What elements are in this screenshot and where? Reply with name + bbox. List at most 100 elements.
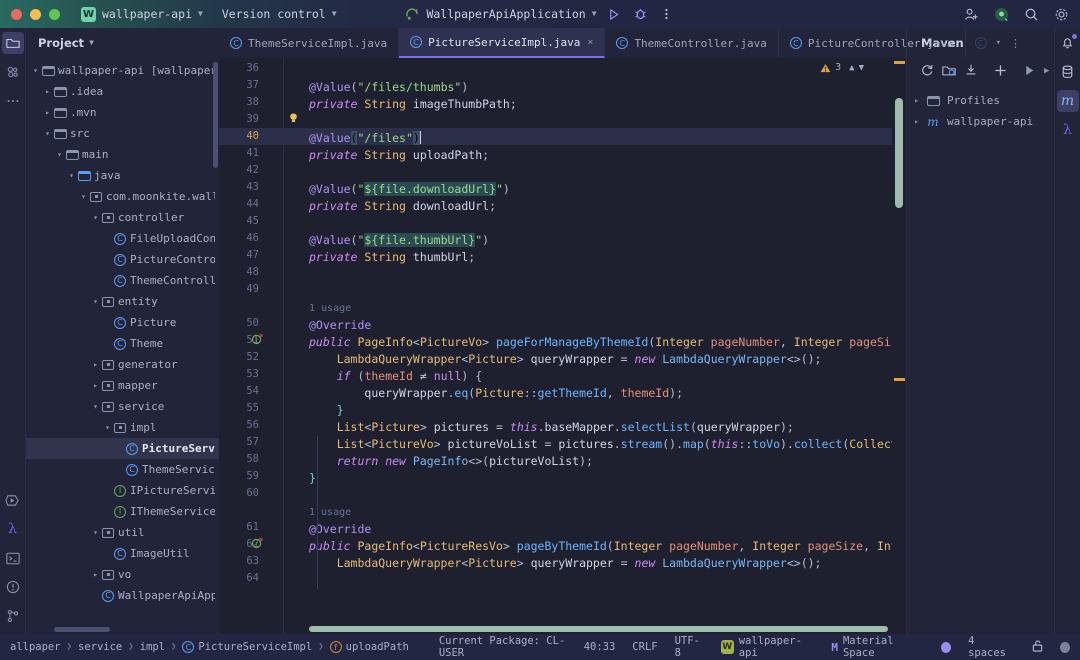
ai-assistant-icon[interactable] xyxy=(993,6,1010,23)
chevron-down-icon[interactable]: ▾ xyxy=(102,423,113,432)
chevron-right-icon[interactable]: ▸ xyxy=(42,87,53,96)
project-tree-item[interactable]: C Theme xyxy=(26,333,219,354)
more-tools-icon[interactable] xyxy=(2,90,24,112)
maven-tree-item[interactable]: ▸ Profiles xyxy=(907,90,1054,111)
implementing-method-icon[interactable]: I xyxy=(251,537,263,552)
chevron-right-icon[interactable]: ▸ xyxy=(911,117,922,126)
editor-tab[interactable]: C PictureController.java xyxy=(779,28,966,58)
implementing-method-icon[interactable]: I xyxy=(251,333,263,348)
chevron-down-icon[interactable]: ▾ xyxy=(90,297,101,306)
run-configuration-selector[interactable]: WallpaperApiApplication ▼ xyxy=(405,7,597,21)
project-tree-item[interactable]: ▸ mapper xyxy=(26,375,219,396)
line-separator[interactable]: CRLF xyxy=(632,641,657,653)
project-tree-item[interactable]: I IThemeService xyxy=(26,501,219,522)
chevron-down-icon[interactable]: ▾ xyxy=(66,171,77,180)
close-window-button[interactable] xyxy=(11,8,22,20)
editor-vertical-scrollbar[interactable] xyxy=(895,98,903,208)
unlocked-icon[interactable] xyxy=(1032,640,1043,655)
lambda-tool-icon[interactable]: λ xyxy=(1057,119,1079,141)
editor-tab[interactable]: C ThemeServiceImpl.java xyxy=(219,28,400,58)
code-viewport[interactable]: 36 37 38 39 40 41 42 43 44 45 46 47 48 49 50 51 I 52 53 54 5… xyxy=(219,58,906,634)
chevron-up-icon[interactable]: ▲ xyxy=(849,63,854,73)
chevron-right-icon[interactable]: ▸ xyxy=(90,570,101,579)
project-tree-item[interactable]: ▸ .mvn xyxy=(26,102,219,123)
memory-indicator-icon[interactable] xyxy=(1059,641,1070,653)
project-tree-item[interactable]: ▾ impl xyxy=(26,417,219,438)
editor-tab[interactable]: C ThemeController.java xyxy=(605,28,779,58)
version-control-menu[interactable]: Version control ▼ xyxy=(222,7,337,21)
editor-tab[interactable]: C PictureServiceImpl.java × xyxy=(399,28,606,58)
terminal-tool-icon[interactable] xyxy=(2,547,24,569)
project-tool-icon[interactable] xyxy=(1,32,24,54)
project-tree-item[interactable]: C WallpaperApiAppl xyxy=(26,585,219,606)
chevron-down-icon[interactable]: ▾ xyxy=(996,38,1001,48)
search-icon[interactable] xyxy=(1023,6,1040,23)
notifications-icon[interactable] xyxy=(1057,32,1079,54)
project-panel-header[interactable]: Project ▼ xyxy=(26,28,219,58)
project-tree-item[interactable]: ▸ .idea xyxy=(26,81,219,102)
problems-tool-icon[interactable] xyxy=(2,576,24,598)
project-tree-item[interactable]: ▸ generator xyxy=(26,354,219,375)
scrollbar-marker[interactable] xyxy=(894,378,905,381)
maven-tree[interactable]: ▸ Profiles ▸ m wallpaper-api xyxy=(907,84,1054,132)
intention-bulb-icon[interactable] xyxy=(288,112,299,127)
chevron-right-icon[interactable]: ▸ xyxy=(911,96,922,105)
code-content[interactable]: @Value("/files/thumbs") private String im… xyxy=(305,58,906,634)
project-tree-item[interactable]: C ThemeControlle xyxy=(26,270,219,291)
theme-widget[interactable]: M Material Space xyxy=(831,635,924,659)
chevron-down-icon[interactable]: ▾ xyxy=(78,192,89,201)
project-tree-item[interactable]: C FileUploadCont xyxy=(26,228,219,249)
lambda-tool-icon[interactable]: λ xyxy=(2,518,24,540)
breadcrumb-item[interactable]: impl xyxy=(140,641,165,653)
chevron-down-icon[interactable]: ▾ xyxy=(30,66,41,75)
maximize-window-button[interactable] xyxy=(49,8,60,20)
inspection-widget[interactable]: 3 ▲ ▼ xyxy=(820,62,864,73)
run-maven-goal-icon[interactable] xyxy=(1023,62,1036,81)
project-tree-item[interactable]: C ImageUtil xyxy=(26,543,219,564)
version-control-tool-icon[interactable] xyxy=(2,605,24,627)
project-vertical-scrollbar[interactable] xyxy=(213,62,218,168)
project-tree-item[interactable]: C ThemeService xyxy=(26,459,219,480)
chevron-down-icon[interactable]: ▼ xyxy=(89,39,94,47)
project-tree-item[interactable]: I IPictureServic xyxy=(26,480,219,501)
project-horizontal-scrollbar[interactable] xyxy=(54,627,110,632)
project-selector[interactable]: W wallpaper-api ▼ xyxy=(81,6,203,22)
project-tree-item[interactable]: ▾ service xyxy=(26,396,219,417)
breadcrumb[interactable]: allpaper ❯ service ❯ impl ❯ C PictureServiceImp… xyxy=(10,641,409,653)
breadcrumb-item[interactable]: allpaper xyxy=(10,641,61,653)
maven-tool-icon[interactable]: m xyxy=(1056,90,1079,112)
chevron-down-icon[interactable]: ▾ xyxy=(90,213,101,222)
add-account-icon[interactable] xyxy=(963,6,980,23)
add-icon[interactable] xyxy=(994,62,1007,81)
download-sources-icon[interactable] xyxy=(964,62,978,81)
encoding[interactable]: UTF-8 xyxy=(675,635,704,659)
project-tree-item[interactable]: C PictureControl xyxy=(26,249,219,270)
add-maven-project-icon[interactable] xyxy=(942,62,956,81)
project-tree-item[interactable]: ▸ vo xyxy=(26,564,219,585)
run-tool-icon[interactable] xyxy=(2,489,24,511)
project-tree-item[interactable]: ▾ java xyxy=(26,165,219,186)
more-run-options-button[interactable] xyxy=(658,6,675,23)
status-circle-icon[interactable] xyxy=(940,641,952,653)
chevron-down-icon[interactable]: ▾ xyxy=(54,150,65,159)
scrollbar-marker[interactable] xyxy=(894,61,905,64)
reload-maven-icon[interactable] xyxy=(920,62,934,81)
chevron-down-icon[interactable]: ▼ xyxy=(859,63,864,73)
status-project-widget[interactable]: W wallpaper-api xyxy=(720,635,815,659)
close-tab-icon[interactable]: × xyxy=(587,37,593,48)
project-tree-item[interactable]: C Picture xyxy=(26,312,219,333)
breadcrumb-item[interactable]: f uploadPath xyxy=(329,641,409,653)
maven-tree-item[interactable]: ▸ m wallpaper-api xyxy=(907,111,1054,132)
editor-gutter[interactable]: 36 37 38 39 40 41 42 43 44 45 46 47 48 49 50 51 I 52 53 54 5… xyxy=(219,58,305,634)
chevron-right-icon[interactable]: ▸ xyxy=(90,381,101,390)
project-tree-item[interactable]: ▾ entity xyxy=(26,291,219,312)
more-vertical-icon[interactable]: ⋮ xyxy=(1010,37,1021,50)
project-tree-item[interactable]: ▾ main xyxy=(26,144,219,165)
project-tree-item[interactable]: ▾ com.moonkite.wallp xyxy=(26,186,219,207)
caret-position[interactable]: 40:33 xyxy=(584,641,616,653)
chevron-right-icon[interactable]: ▸ xyxy=(90,360,101,369)
breadcrumb-item[interactable]: service xyxy=(78,641,122,653)
editor-horizontal-scrollbar[interactable] xyxy=(309,626,888,632)
project-tree-item[interactable]: ▾ wallpaper-api [wallpaper] xyxy=(26,60,219,81)
debug-button[interactable] xyxy=(632,6,649,23)
